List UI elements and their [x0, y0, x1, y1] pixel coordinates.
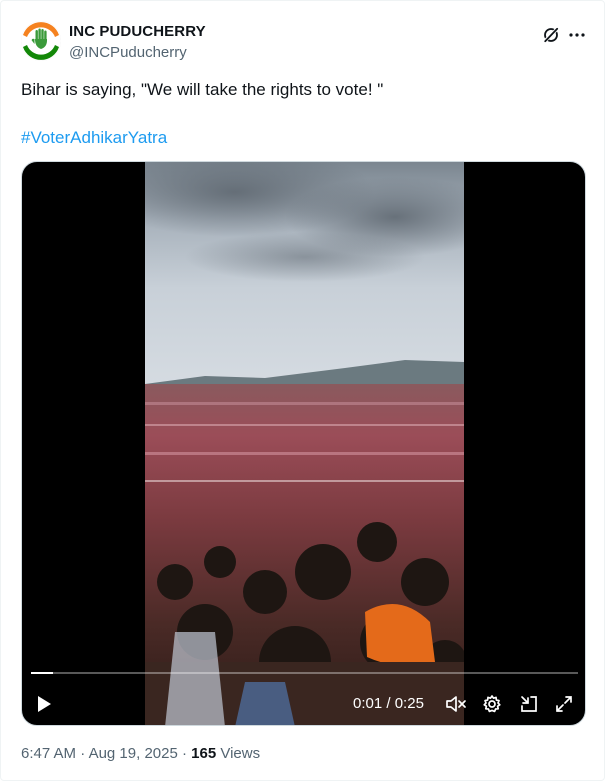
- views-label: Views: [216, 745, 261, 762]
- video-time: 0:01 / 0:25: [353, 695, 424, 712]
- tweet-text: Bihar is saying, "We will take the right…: [21, 80, 384, 99]
- play-button[interactable]: [32, 691, 56, 717]
- time-separator: /: [382, 695, 395, 712]
- fullscreen-icon: [556, 696, 572, 712]
- play-icon: [38, 696, 51, 712]
- current-time: 0:01: [353, 695, 383, 712]
- grok-icon: [543, 27, 559, 43]
- more-dots-icon: [569, 33, 585, 37]
- minimize-button[interactable]: [517, 691, 541, 717]
- mute-button[interactable]: [444, 691, 468, 717]
- avatar[interactable]: [21, 21, 61, 61]
- video-frame[interactable]: [145, 162, 464, 725]
- settings-button[interactable]: [480, 691, 504, 717]
- video-player[interactable]: 0:01 / 0:25: [21, 161, 586, 726]
- fullscreen-button[interactable]: [552, 691, 576, 717]
- tweet-date[interactable]: Aug 19, 2025: [89, 745, 178, 762]
- gear-icon: [483, 695, 501, 713]
- hashtag-link[interactable]: #VoterAdhikarYatra: [21, 127, 167, 149]
- more-options-button[interactable]: [564, 23, 590, 47]
- progress-fill: [31, 672, 53, 674]
- meta-separator: ·: [76, 745, 89, 762]
- mute-icon: [446, 696, 466, 712]
- congress-hand-logo-icon: [21, 21, 61, 61]
- views-count: 165: [191, 745, 217, 762]
- progress-bar[interactable]: [31, 672, 578, 674]
- duration: 0:25: [394, 695, 424, 712]
- meta-separator: ·: [177, 745, 192, 762]
- crowd-video-thumbnail: [145, 162, 464, 725]
- minimize-icon: [521, 696, 537, 712]
- tweet-meta: 6:47 AM · Aug 19, 2025 · 165 Views: [21, 745, 260, 762]
- grok-button[interactable]: [539, 23, 563, 47]
- author-name[interactable]: INC PUDUCHERRY: [69, 23, 206, 40]
- tweet-time[interactable]: 6:47 AM: [21, 745, 76, 762]
- author-handle[interactable]: @INCPuducherry: [69, 44, 187, 61]
- tweet-card: INC PUDUCHERRY @INCPuducherry Bihar is s…: [0, 0, 605, 781]
